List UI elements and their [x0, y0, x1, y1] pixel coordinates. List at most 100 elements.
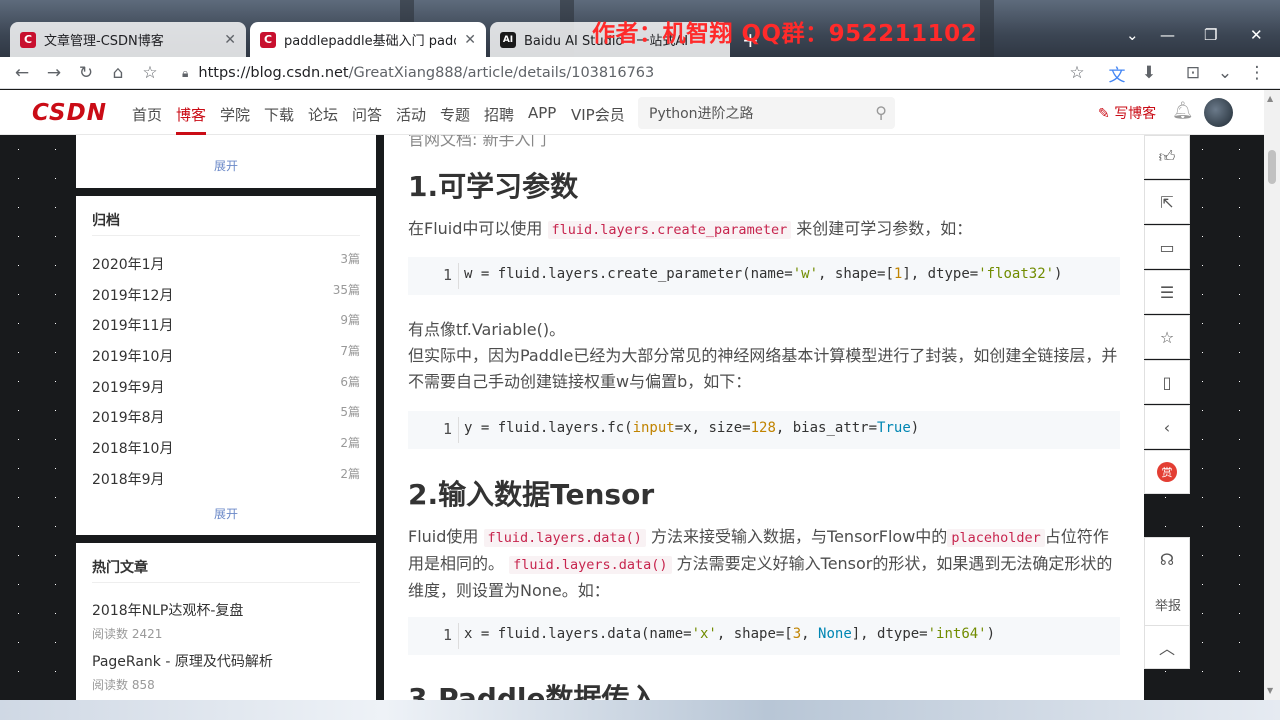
archive-count: 9篇 — [340, 313, 360, 327]
url-path: /GreatXiang888/article/details/103816763 — [348, 65, 655, 81]
archive-row[interactable]: 2019年10月 7篇 — [92, 344, 360, 368]
text-line: 维度，则设置为None。如： — [408, 581, 610, 600]
like-button[interactable]: 👍︎ — [1144, 135, 1190, 179]
text: 用是相同的。 — [408, 554, 505, 573]
line-number: 1 — [442, 266, 452, 284]
hot-article-title[interactable]: PageRank - 原理及代码解析 — [92, 651, 360, 671]
hot-article-item[interactable]: 2018年NLP达观杯-复盘 阅读数 2421 — [92, 600, 360, 642]
text: 方法来接受输入数据，与TensorFlow中的 — [651, 527, 948, 546]
nav-topic[interactable]: 专题 — [440, 104, 470, 125]
nav-blog[interactable]: 博客 — [176, 104, 206, 125]
write-blog-button[interactable]: ✎ 写博客 — [1098, 103, 1156, 123]
background-tree — [980, 0, 994, 57]
report-button[interactable]: 举报 — [1144, 581, 1190, 625]
nav-activity[interactable]: 活动 — [396, 104, 426, 125]
restore-icon[interactable]: ❐ — [1204, 26, 1217, 44]
toc-button[interactable]: ☰ — [1144, 270, 1190, 314]
csdn-logo[interactable]: CSDN — [32, 100, 107, 126]
archive-row[interactable]: 2018年10月 2篇 — [92, 436, 360, 460]
inline-code: fluid.layers.data() — [483, 529, 646, 547]
heading-input-tensor: 2.输入数据Tensor — [408, 478, 655, 511]
code-block[interactable]: 1 w = fluid.layers.create_parameter(name… — [408, 257, 1120, 295]
star-icon[interactable]: ☆ — [1065, 61, 1089, 85]
bell-icon[interactable]: 🔔︎ — [1172, 101, 1194, 121]
translate-icon[interactable]: 文 — [1105, 61, 1129, 86]
nav-academy[interactable]: 学院 — [220, 104, 250, 125]
collapse-button[interactable]: ‹ — [1144, 405, 1190, 449]
nav-download[interactable]: 下载 — [264, 104, 294, 125]
url-field[interactable]: 🔒︎ https://blog.csdn.net/GreatXiang888/a… — [170, 59, 1100, 87]
extension-menu-icon[interactable]: ⌄ — [1213, 61, 1237, 85]
text: 来创建可学习参数，如： — [796, 219, 973, 238]
archive-month: 2019年12月 — [92, 288, 174, 304]
star-icon: ☆ — [1159, 327, 1175, 347]
tab-search-icon[interactable]: ⌄ — [1126, 26, 1139, 44]
chevron-left-icon: ‹ — [1163, 417, 1171, 437]
nav-app[interactable]: APP — [528, 104, 556, 122]
code-line: x = fluid.layers.data(name='x', shape=[3… — [464, 626, 996, 642]
bookmark-star-icon[interactable]: ☆ — [138, 61, 162, 85]
nav-qa[interactable]: 问答 — [352, 104, 382, 125]
archive-row[interactable]: 2019年8月 5篇 — [92, 405, 360, 429]
close-tab-icon[interactable]: ✕ — [464, 32, 476, 48]
browser-tab-article-manage[interactable]: C 文章管理-CSDN博客 ✕ — [10, 22, 246, 57]
archive-row[interactable]: 2019年11月 9篇 — [92, 313, 360, 337]
download-icon[interactable]: ⬇ — [1137, 61, 1161, 85]
scroll-up-icon[interactable]: ▲ — [1267, 94, 1273, 103]
search-icon[interactable]: ⚲ — [875, 103, 887, 122]
nav-home[interactable]: 首页 — [132, 104, 162, 125]
minimize-icon[interactable]: — — [1160, 26, 1175, 44]
code-block[interactable]: 1 x = fluid.layers.data(name='x', shape=… — [408, 617, 1120, 655]
back-icon[interactable]: ← — [10, 61, 34, 85]
archive-row[interactable]: 2020年1月 3篇 — [92, 252, 360, 276]
paragraph: Fluid使用 fluid.layers.data() 方法来接受输入数据，与T… — [408, 524, 1128, 604]
nav-vip[interactable]: VIP会员 — [571, 104, 625, 125]
paragraph: 在Fluid中可以使用 fluid.layers.create_paramete… — [408, 216, 972, 243]
back-to-top-button[interactable]: ︿ — [1144, 625, 1190, 669]
heading-learnable-params: 1.可学习参数 — [408, 170, 579, 203]
archive-row[interactable]: 2019年9月 6篇 — [92, 375, 360, 399]
archive-month: 2019年10月 — [92, 349, 174, 365]
crop-icon[interactable]: ⊡ — [1181, 61, 1205, 85]
thumbs-up-icon: 👍︎ — [1158, 147, 1176, 166]
forward-icon[interactable]: → — [42, 61, 66, 85]
hot-article-title[interactable]: 2018年NLP达观杯-复盘 — [92, 600, 360, 620]
page-scrollbar[interactable]: ▲ ▼ — [1264, 90, 1280, 700]
browser-tab-paddle[interactable]: C paddlepaddle基础入门 paddle ✕ — [250, 22, 486, 57]
hot-article-item[interactable]: PageRank - 原理及代码解析 阅读数 858 — [92, 651, 360, 693]
text-line: 用是相同的。 fluid.layers.data() 方法需要定义好输入Tens… — [408, 551, 1128, 578]
archive-row[interactable]: 2018年9月 2篇 — [92, 467, 360, 491]
line-number: 1 — [442, 420, 452, 438]
mobile-button[interactable]: ▯ — [1144, 360, 1190, 404]
archive-row[interactable]: 2019年12月 35篇 — [92, 283, 360, 307]
scroll-thumb[interactable] — [1268, 150, 1276, 184]
close-tab-icon[interactable]: ✕ — [224, 32, 236, 48]
tab-title: 文章管理-CSDN博客 — [44, 34, 164, 49]
reward-icon: 赏 — [1157, 462, 1177, 482]
window-close-icon[interactable]: ✕ — [1250, 26, 1263, 44]
divider — [92, 235, 360, 236]
expand-link[interactable]: 展开 — [76, 157, 376, 174]
paragraph: 有点像tf.Variable()。 但实际中，因为Paddle已经为大部分常见的… — [408, 317, 1128, 395]
comment-button[interactable]: ▭ — [1144, 225, 1190, 269]
expand-link[interactable]: 展开 — [76, 505, 376, 522]
avatar[interactable] — [1204, 98, 1233, 127]
headset-icon: ☊ — [1159, 550, 1175, 569]
nav-jobs[interactable]: 招聘 — [484, 104, 514, 125]
search-input[interactable]: Python进阶之路 ⚲ — [638, 97, 895, 129]
customer-service-button[interactable]: ☊ — [1144, 537, 1190, 581]
reward-button[interactable]: 赏 — [1144, 450, 1190, 494]
reload-icon[interactable]: ↻ — [74, 61, 98, 85]
code-block[interactable]: 1 y = fluid.layers.fc(input=x, size=128,… — [408, 411, 1120, 449]
nav-forum[interactable]: 论坛 — [308, 104, 338, 125]
text-line: 不需要自己手动创建链接权重w与偏置b，如下： — [408, 372, 752, 391]
code-line: y = fluid.layers.fc(input=x, size=128, b… — [464, 420, 920, 436]
archive-count: 2篇 — [340, 467, 360, 481]
share-button[interactable]: ⇱ — [1144, 180, 1190, 224]
scroll-down-icon[interactable]: ▼ — [1267, 686, 1273, 695]
divider — [92, 582, 360, 583]
home-icon[interactable]: ⌂ — [106, 61, 130, 85]
favorite-button[interactable]: ☆ — [1144, 315, 1190, 359]
archive-month: 2019年8月 — [92, 410, 165, 426]
more-menu-icon[interactable]: ⋮ — [1245, 61, 1269, 85]
